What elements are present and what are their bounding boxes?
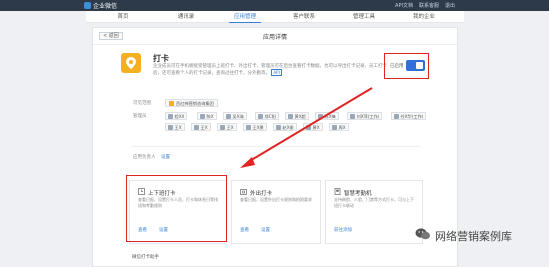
- avatar: [332, 124, 337, 130]
- manager-chip[interactable]: 王X: [165, 123, 185, 131]
- manager-chip[interactable]: 王X: [191, 123, 211, 131]
- avatar: [168, 124, 173, 130]
- card-description: 支持刷脸、人脸、门禁等方式打卡，可与上下班打卡联动: [334, 197, 414, 208]
- card-title: 外出打卡: [240, 188, 272, 197]
- location-pin-icon: [121, 53, 141, 73]
- watermark-text: 网络营销案例库: [435, 229, 512, 243]
- manager-chip[interactable]: 邬C阳: [255, 112, 279, 120]
- manager-chip[interactable]: 陈X: [197, 112, 217, 120]
- avatar: [276, 124, 281, 130]
- divider: [93, 44, 457, 45]
- api-tag[interactable]: API: [271, 69, 282, 77]
- logo-icon: [84, 2, 91, 9]
- avatar: [394, 113, 399, 119]
- toggle-knob: [416, 62, 423, 69]
- card-description: 查看日报，设置外出打卡规则和拍照要求: [240, 197, 312, 202]
- app-description: 企业成员可在手机端接受管理员上班打卡、外出打卡，管理员可在后台查看打卡数据，也可…: [153, 64, 393, 77]
- card-title: 智慧考勤机: [334, 188, 372, 197]
- watermark: 网络营销案例库: [415, 226, 512, 245]
- manager-chip[interactable]: 黄X超: [285, 112, 309, 120]
- manager-chip[interactable]: 黄X: [303, 123, 323, 131]
- device-icon: [334, 188, 341, 197]
- app-name: 打卡: [153, 54, 169, 63]
- add-device-link[interactable]: 前往添加: [334, 227, 352, 233]
- avatar: [194, 124, 199, 130]
- avatar: [306, 124, 311, 130]
- tab-customer-contact[interactable]: 客户联系: [288, 11, 320, 23]
- tab-management-tools[interactable]: 管理工具: [348, 11, 380, 23]
- avatar: [350, 113, 355, 119]
- app-owner-set-link[interactable]: 设置: [161, 154, 170, 160]
- tab-contacts[interactable]: 通讯录: [170, 11, 202, 23]
- tab-my-enterprise[interactable]: 我的企业: [408, 11, 440, 23]
- avatar: [288, 113, 293, 119]
- camera-icon: [240, 188, 247, 197]
- contact-link[interactable]: 联系客服: [419, 2, 439, 9]
- manager-chip[interactable]: 王X景: [243, 123, 267, 131]
- avatar: [258, 113, 263, 119]
- view-link[interactable]: 查看: [240, 227, 249, 233]
- manager-chip[interactable]: 王X: [217, 123, 237, 131]
- avatar: [220, 124, 225, 130]
- attendance-device-card[interactable]: 智慧考勤机 支持刷脸、人脸、门禁等方式打卡，可与上下班打卡联动 前往添加: [325, 180, 423, 244]
- card-links: 查看 设置: [240, 227, 270, 233]
- manager-label: 管理员: [133, 114, 147, 119]
- wechat-icon: [415, 226, 431, 245]
- app-desc-text: 企业成员可在手机端接受管理员上班打卡、外出打卡，管理员可在后台查看打卡数据，也可…: [153, 64, 387, 77]
- tab-app-management[interactable]: 应用管理: [229, 11, 261, 23]
- avatar: [246, 124, 251, 130]
- app-logo[interactable]: 企业微信: [84, 1, 117, 10]
- top-bar: 企业微信 API文档 联系客服 退出: [0, 0, 549, 11]
- logout-link[interactable]: 退出: [445, 2, 455, 9]
- manager-chip[interactable]: 任X华(工作): [391, 112, 427, 120]
- manager-chip[interactable]: 周X: [329, 123, 349, 131]
- scope-label: 可见范围: [133, 101, 151, 106]
- avatar: [200, 113, 205, 119]
- divider: [131, 146, 421, 147]
- logo-text: 企业微信: [93, 3, 118, 10]
- scope-dept-chip[interactable]: 西红柿营销咨询集团: [165, 99, 218, 107]
- avatar: [226, 113, 231, 119]
- scope-dept-name: 西红柿营销咨询集团: [176, 100, 214, 106]
- outing-card[interactable]: 外出打卡 查看日报，设置外出打卡规则和拍照要求 查看 设置: [231, 180, 321, 244]
- card-links: 前往添加: [334, 227, 352, 233]
- avatar: [168, 113, 173, 119]
- manager-chip[interactable]: 赵X俊: [273, 123, 297, 131]
- page-title: 应用详情: [262, 34, 287, 41]
- manager-chip[interactable]: 程XX: [165, 112, 188, 120]
- enable-label: 已启用: [390, 64, 404, 69]
- main-nav: 首页 通讯录 应用管理 客户联系 管理工具 我的企业: [86, 11, 464, 23]
- manager-chip[interactable]: 刘X萍(工作): [347, 112, 383, 120]
- manager-chip[interactable]: 陈X锋: [315, 112, 339, 120]
- enable-toggle-highlight: 已启用: [384, 53, 429, 79]
- enable-toggle[interactable]: [406, 60, 425, 71]
- top-links: API文档 联系客服 退出: [395, 2, 455, 9]
- settings-link[interactable]: 设置: [261, 227, 270, 233]
- footer-section-title: 微信打卡助手: [132, 255, 159, 260]
- api-doc-link[interactable]: API文档: [395, 2, 413, 9]
- manager-chip[interactable]: 吴X海: [223, 112, 247, 120]
- clock-in-card-highlight: [126, 175, 227, 242]
- app-owner-label: 应用负责人: [133, 155, 156, 160]
- folder-icon: [169, 100, 174, 106]
- tab-home[interactable]: 首页: [110, 11, 136, 23]
- avatar: [318, 113, 323, 119]
